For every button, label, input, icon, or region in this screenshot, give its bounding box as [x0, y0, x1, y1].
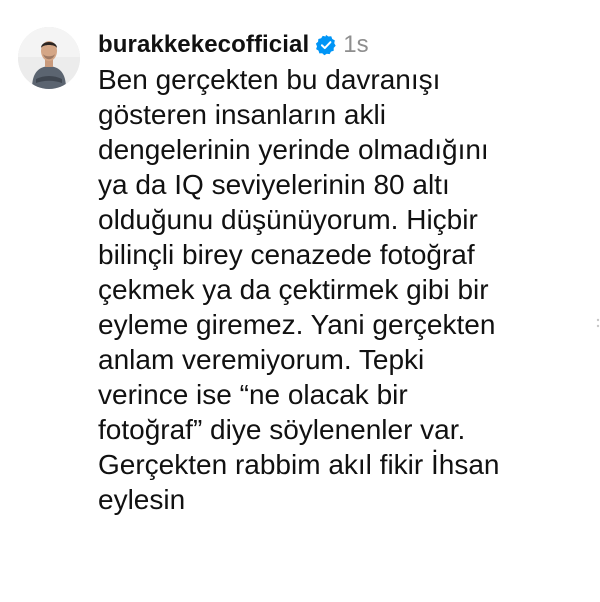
- comment-line: bilinçli birey cenazede fotoğraf: [98, 239, 475, 270]
- comment-line: fotoğraf” diye söylenenler var.: [98, 414, 466, 445]
- comment-body: burakkekecofficial 1s Ben gerçekten bu d…: [98, 28, 588, 517]
- comment-line: verince ise “ne olacak bir: [98, 379, 408, 410]
- comment-line: ya da IQ seviyelerinin 80 altı: [98, 169, 450, 200]
- timestamp: 1s: [343, 31, 369, 58]
- comment-line: gösteren insanların akli: [98, 99, 386, 130]
- more-options-icon[interactable]: [596, 315, 600, 328]
- comment-line: dengelerinin yerinde olmadığını: [98, 134, 489, 165]
- comment-line: olduğunu düşünüyorum. Hiçbir: [98, 204, 478, 235]
- avatar-image: [18, 27, 80, 89]
- comment-text: Ben gerçekten bu davranışı gösteren insa…: [98, 62, 588, 517]
- comment-line: eylesin: [98, 484, 186, 515]
- username[interactable]: burakkekecofficial: [98, 31, 309, 59]
- comment-line: Ben gerçekten bu davranışı: [98, 64, 441, 95]
- comment-line: Gerçekten rabbim akıl fikir İhsan: [98, 449, 500, 480]
- comment-line: eyleme giremez. Yani gerçekten: [98, 309, 496, 340]
- comment: burakkekecofficial 1s Ben gerçekten bu d…: [0, 0, 600, 602]
- comment-line: çekmek ya da çektirmek gibi bir: [98, 274, 489, 305]
- comment-header: burakkekecofficial 1s: [98, 28, 588, 62]
- verified-badge-icon: [315, 34, 337, 56]
- avatar[interactable]: [18, 27, 80, 89]
- comment-line: anlam veremiyorum. Tepki: [98, 344, 425, 375]
